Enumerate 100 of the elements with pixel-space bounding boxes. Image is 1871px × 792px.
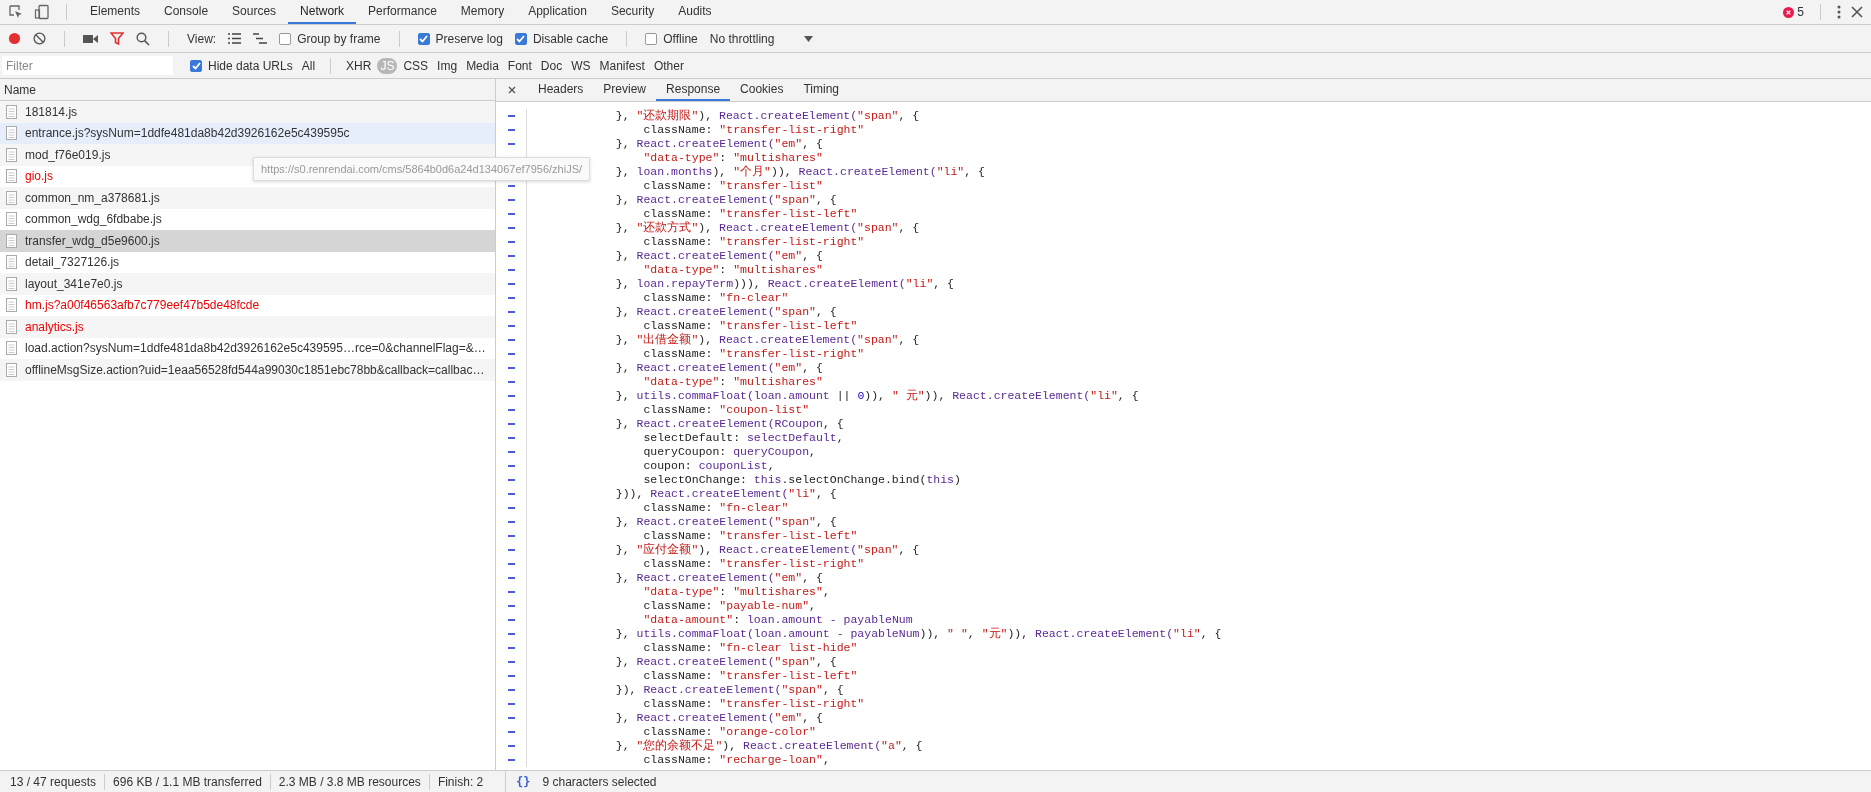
- checkbox-label[interactable]: Hide data URLs: [208, 58, 293, 73]
- request-row[interactable]: common_nm_a378681.js: [0, 187, 495, 209]
- error-count[interactable]: 5: [1797, 5, 1804, 19]
- close-icon[interactable]: [1851, 6, 1863, 18]
- file-icon: [6, 341, 17, 356]
- code-line: coupon: couponList,: [642, 459, 775, 473]
- code-line: "data-type": "multishares",: [642, 585, 830, 599]
- panel-tab[interactable]: Sources: [220, 0, 289, 24]
- detail-tab[interactable]: Timing: [793, 79, 849, 101]
- close-icon[interactable]: [508, 86, 516, 94]
- panel-tab[interactable]: Memory: [448, 0, 517, 24]
- detail-tab[interactable]: Headers: [528, 79, 594, 101]
- detail-tab[interactable]: Response: [656, 79, 731, 101]
- file-icon: [6, 362, 17, 377]
- code-line: className: "transfer-list-right": [642, 347, 865, 361]
- code-line: }, React.createElement("span", {: [614, 655, 837, 669]
- code-line: "data-type": "multishares": [642, 263, 823, 277]
- file-icon: [6, 104, 17, 119]
- request-row[interactable]: transfer_wdg_d5e9600.js: [0, 230, 495, 252]
- file-icon: [6, 190, 17, 205]
- code-line: }, React.createElement("em", {: [614, 361, 823, 375]
- code-line: className: "payable-num",: [642, 599, 816, 613]
- search-icon[interactable]: [136, 31, 150, 46]
- code-line: className: "coupon-list": [642, 403, 810, 417]
- code-line: }, React.createElement(RCoupon, {: [614, 417, 844, 431]
- video-camera-icon[interactable]: [83, 33, 98, 44]
- pretty-print-button[interactable]: {}: [516, 774, 531, 789]
- type-filter[interactable]: WS: [568, 57, 594, 74]
- list-view-icon[interactable]: [228, 33, 242, 44]
- device-icon[interactable]: [34, 4, 50, 20]
- throttling-select[interactable]: No throttling: [709, 31, 814, 46]
- checkbox[interactable]: [514, 32, 527, 45]
- panel-tab[interactable]: Audits: [666, 0, 724, 24]
- request-row[interactable]: offlineMsgSize.action?uid=1eaa56528fd544a99030c1851ebc78bb&callback=callbac…: [0, 359, 495, 381]
- type-filter[interactable]: Other: [650, 57, 687, 74]
- file-icon: [6, 276, 17, 291]
- checkbox[interactable]: [190, 59, 202, 72]
- inspect-icon[interactable]: [8, 4, 24, 20]
- file-icon: [6, 147, 17, 162]
- type-filter[interactable]: XHR: [343, 57, 375, 74]
- panel-tab[interactable]: Elements: [78, 0, 153, 24]
- code-line: className: "transfer-list-right": [642, 123, 865, 137]
- code-line: }, "您的余额不足"), React.createElement("a", {: [614, 739, 923, 753]
- type-filter[interactable]: Media: [463, 57, 502, 74]
- status-text: 2.3 MB / 3.8 MB resources: [278, 774, 421, 789]
- checkbox-label[interactable]: Preserve log: [435, 31, 503, 46]
- code-line: className: "transfer-list-left": [642, 319, 858, 333]
- checkbox-label[interactable]: Offline: [663, 31, 698, 46]
- checkbox[interactable]: [279, 32, 292, 45]
- code-line: className: "fn-clear": [642, 291, 789, 305]
- code-line: }, React.createElement("em", {: [614, 711, 823, 725]
- file-icon: [6, 298, 17, 313]
- request-row[interactable]: layout_341e7e0.js: [0, 273, 495, 295]
- type-filter[interactable]: Font: [504, 57, 535, 74]
- detail-tab[interactable]: Cookies: [730, 79, 794, 101]
- detail-tab[interactable]: Preview: [593, 79, 657, 101]
- panel-tab[interactable]: Security: [598, 0, 667, 24]
- request-row[interactable]: common_wdg_6fdbabe.js: [0, 208, 495, 230]
- code-line: className: "transfer-list-right": [642, 557, 865, 571]
- waterfall-icon[interactable]: [253, 33, 268, 44]
- type-filter[interactable]: Manifest: [596, 57, 648, 74]
- request-row[interactable]: detail_7327126.js: [0, 251, 495, 273]
- code-line: }, utils.commaFloat(loan.amount || 0)), " 元")), React.createElement("li", {: [614, 389, 1139, 403]
- checkbox[interactable]: [417, 32, 430, 45]
- checkbox-label[interactable]: Disable cache: [532, 31, 609, 46]
- type-filter[interactable]: All: [298, 57, 319, 74]
- filter-field[interactable]: Filter: [2, 56, 173, 75]
- code-line: }, React.createElement("span", {: [614, 305, 837, 319]
- request-row[interactable]: load.action?sysNum=1ddfe481da8b42d3926162e5c439595…rce=0&channelFlag=&…: [0, 337, 495, 359]
- code-line: })), React.createElement("li", {: [614, 487, 837, 501]
- code-line: }), React.createElement("span", {: [614, 683, 844, 697]
- code-line: }, React.createElement("em", {: [614, 571, 823, 585]
- type-filter[interactable]: Img: [434, 57, 461, 74]
- panel-tab[interactable]: Application: [516, 0, 599, 24]
- caret-icon[interactable]: [804, 35, 814, 42]
- clear-icon[interactable]: [33, 32, 46, 45]
- request-row[interactable]: hm.js?a00f46563afb7c779eef47b5de48fcde: [0, 294, 495, 316]
- code-line: }, React.createElement("em", {: [614, 249, 823, 263]
- checkbox[interactable]: [645, 32, 658, 45]
- panel-tab[interactable]: Performance: [356, 0, 449, 24]
- record-icon[interactable]: [8, 32, 21, 45]
- checkbox-label[interactable]: Group by frame: [297, 31, 381, 46]
- column-header[interactable]: Name: [4, 82, 36, 97]
- request-row[interactable]: 181814.js: [0, 101, 495, 123]
- type-filter[interactable]: Doc: [537, 57, 566, 74]
- code-line: className: "recharge-loan",: [642, 753, 830, 767]
- panel-tab[interactable]: Console: [152, 0, 221, 24]
- request-row[interactable]: analytics.js: [0, 316, 495, 338]
- url-tooltip: https://s0.renrendai.com/cms/5864b0d6a24d134067ef7956/zhiJS/: [253, 157, 591, 181]
- more-icon[interactable]: [1837, 5, 1841, 19]
- file-icon: [6, 255, 17, 270]
- selection-status: 9 characters selected: [542, 774, 657, 789]
- code-line: }, React.createElement("span", {: [614, 193, 837, 207]
- file-icon: [6, 169, 17, 184]
- code-line: className: "transfer-list-left": [642, 669, 858, 683]
- type-filter[interactable]: CSS: [400, 57, 432, 74]
- request-row[interactable]: entrance.js?sysNum=1ddfe481da8b42d3926162e5c439595c: [0, 122, 495, 144]
- filter-icon[interactable]: [110, 32, 124, 45]
- status-text: Finish: 2: [437, 774, 484, 789]
- code-line: "data-amount": loan.amount - payableNum: [642, 613, 913, 627]
